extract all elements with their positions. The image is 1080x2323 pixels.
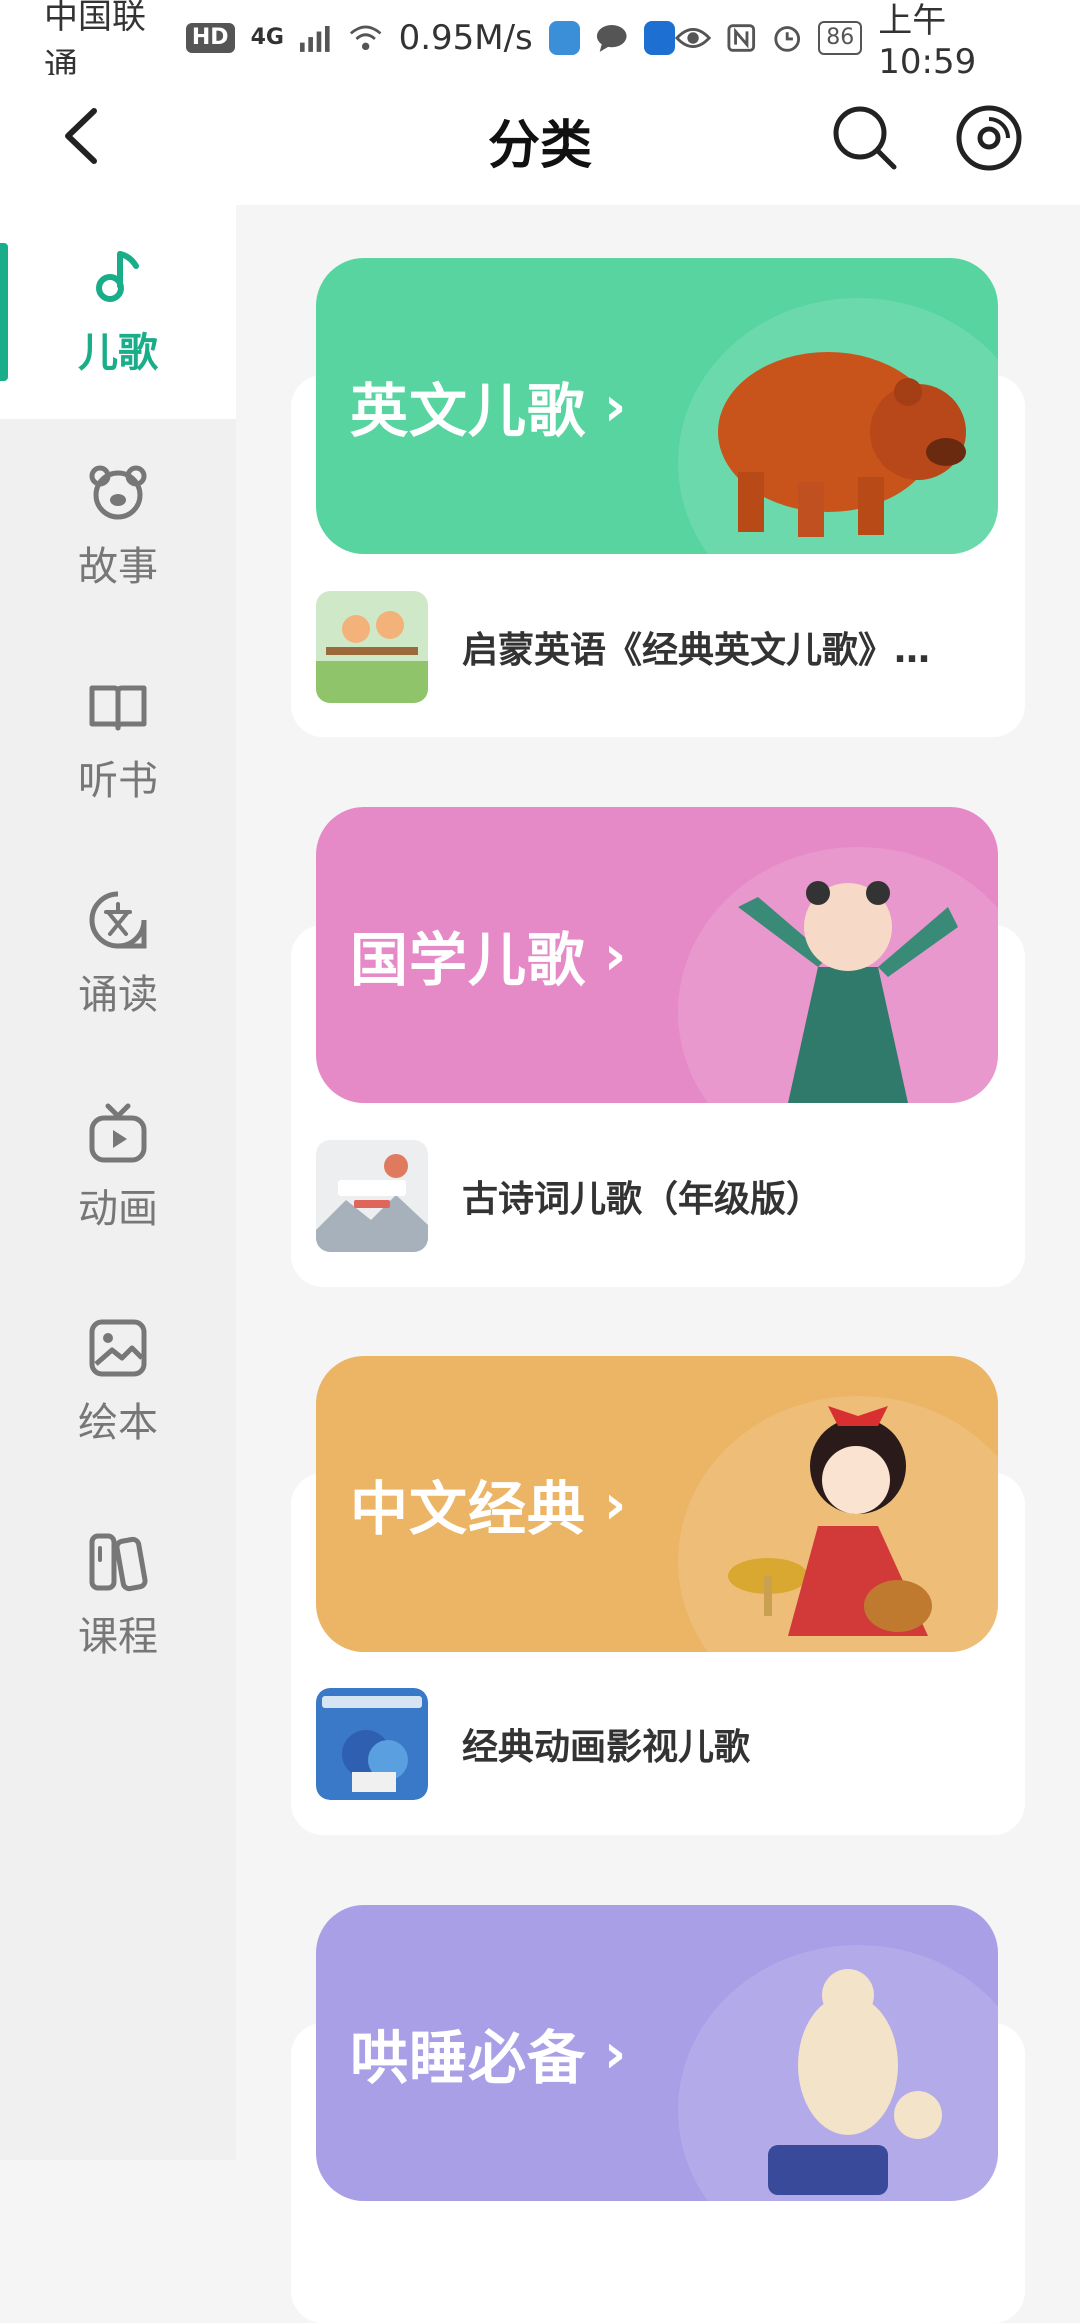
guoxue-songs-banner[interactable]: 国学儿歌 › (316, 807, 998, 1103)
sidebar-item-label: 儿歌 (78, 330, 158, 376)
sidebar-item-animation[interactable]: 动画 (0, 1061, 236, 1275)
network-label: 4G (250, 25, 284, 50)
sidebar-item-stories[interactable]: 故事 (0, 419, 236, 633)
back-icon[interactable] (50, 101, 120, 171)
chinese-char-icon (89, 891, 147, 949)
clock: 上午10:59 (878, 1, 977, 82)
playlist-item[interactable]: 古诗词儿歌（年级版） (316, 1140, 996, 1252)
alarm-icon (774, 25, 800, 52)
message-icon (597, 24, 627, 52)
top-bar: 分类 (0, 75, 1080, 205)
sidebar-item-picture-books[interactable]: 绘本 (0, 1275, 236, 1489)
playlist-item[interactable]: 经典动画影视儿歌 (316, 1688, 996, 1800)
scholar-illustration (738, 881, 958, 1103)
banner-title: 哄睡必备 › (350, 2021, 628, 2093)
album-thumbnail (316, 591, 428, 703)
app-badge-icon (548, 20, 581, 55)
chinese-classics-banner[interactable]: 中文经典 › (316, 1356, 998, 1652)
sidebar-item-label: 绘本 (78, 1400, 158, 1446)
course-icon (89, 1533, 148, 1592)
chevron-right-icon: › (604, 2021, 628, 2085)
signal-icon (299, 25, 330, 52)
category-content: 英文儿歌 › 启蒙英语《经典英文儿歌》… 国学儿歌 › 古诗词儿歌（年级版） 中文经… (236, 205, 1080, 2323)
battery-level: 86 (818, 20, 863, 55)
page-title: 分类 (487, 115, 592, 176)
active-indicator (0, 243, 8, 381)
sidebar-item-songs[interactable]: 儿歌 (0, 205, 236, 419)
carrier-name: 中国联通 (44, 0, 146, 86)
sidebar-item-recitation[interactable]: 诵读 (0, 847, 236, 1061)
playlist-title: 启蒙英语《经典英文儿歌》… (462, 630, 931, 671)
album-thumbnail (316, 1688, 428, 1800)
playlist-item[interactable]: 启蒙英语《经典英文儿歌》… (316, 591, 996, 703)
english-songs-banner[interactable]: 英文儿歌 › (316, 258, 998, 554)
category-sidebar: 儿歌 故事 听书 诵读 动画 绘本 课程 (0, 205, 236, 2160)
playlist-title: 经典动画影视儿歌 (462, 1727, 751, 1768)
music-note-icon (96, 251, 139, 302)
bear-illustration (718, 352, 966, 537)
hd-badge: HD (185, 22, 235, 53)
sidebar-item-label: 诵读 (78, 972, 158, 1018)
album-thumbnail (316, 1140, 428, 1252)
banner-title: 英文儿歌 › (350, 374, 628, 446)
banner-title: 中文经典 › (350, 1472, 628, 1544)
network-speed: 0.95M/s (398, 17, 533, 58)
search-icon[interactable] (830, 103, 900, 173)
book-icon (89, 685, 147, 731)
wifi-icon (350, 25, 382, 50)
banner-title: 国学儿歌 › (350, 923, 628, 995)
shield-app-icon (643, 20, 676, 55)
chevron-right-icon: › (604, 1472, 628, 1536)
chevron-right-icon: › (604, 374, 628, 438)
bedtime-banner[interactable]: 哄睡必备 › (316, 1905, 998, 2201)
girl-illustration (728, 1406, 932, 1636)
sidebar-item-label: 课程 (78, 1614, 158, 1660)
nfc-icon (727, 23, 756, 52)
sidebar-item-audiobooks[interactable]: 听书 (0, 633, 236, 847)
status-bar: 中国联通 HD 4G 0.95M/s 86 上午10:59 (0, 0, 1080, 86)
tv-icon (89, 1103, 147, 1163)
music-disc-icon[interactable] (954, 103, 1024, 173)
bear-face-icon (89, 465, 147, 520)
eye-icon (675, 27, 712, 48)
sidebar-item-courses[interactable]: 课程 (0, 1489, 236, 1703)
sidebar-item-label: 故事 (78, 544, 158, 590)
sleeping-cat-illustration (698, 1969, 942, 2195)
sidebar-item-label: 动画 (78, 1186, 158, 1232)
playlist-title: 古诗词儿歌（年级版） (462, 1179, 823, 1220)
sidebar-item-label: 听书 (78, 758, 158, 804)
picture-icon (89, 1319, 147, 1377)
chevron-right-icon: › (604, 923, 628, 987)
